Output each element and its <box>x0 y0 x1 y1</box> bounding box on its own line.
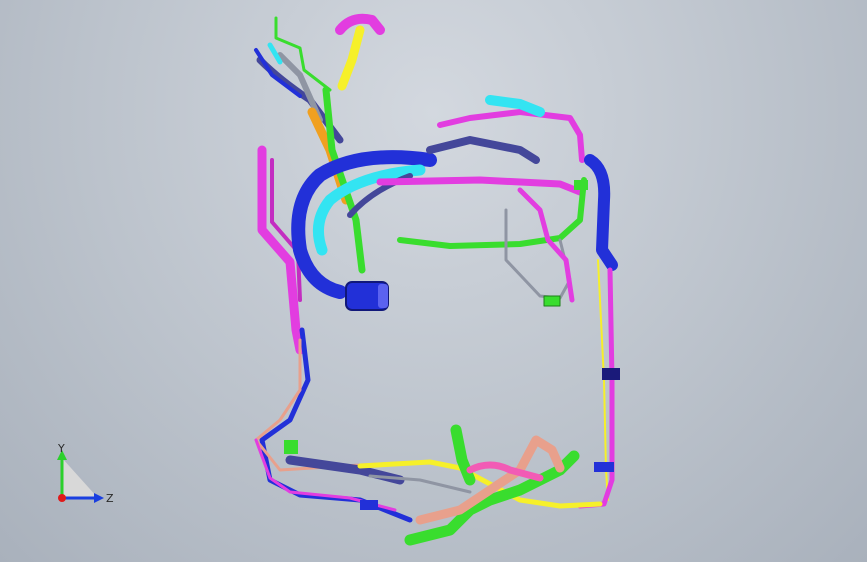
orientation-triad: Y Z <box>57 442 114 505</box>
triad-gray-wedge <box>62 458 98 498</box>
canister-blue-cap <box>378 284 388 308</box>
clip-1 <box>602 368 620 380</box>
pipe-magenta-horiz <box>376 176 584 196</box>
pipe-green-bottom <box>404 450 580 546</box>
pipe-yellow-top <box>337 25 365 91</box>
pipe-gray-bottom <box>368 474 472 494</box>
clip-2 <box>594 462 614 472</box>
bracket-green <box>543 295 561 307</box>
pipe-green-horiz <box>397 177 587 249</box>
pipe-blue-right-vertical <box>584 154 618 271</box>
clip-4 <box>360 500 378 510</box>
pipe-blue-left-down <box>259 327 413 523</box>
pipe-salmon-left-down <box>254 338 422 472</box>
pipe-magenta-right-top <box>437 109 585 163</box>
clip-5 <box>284 440 298 454</box>
triad-z-label: Z <box>106 492 114 505</box>
clip-3 <box>574 180 588 190</box>
pipe-gray-right <box>426 136 540 164</box>
pipe-harness-model[interactable] <box>254 13 620 546</box>
triad-z-arrow <box>94 493 104 503</box>
cad-3d-viewport[interactable] <box>0 0 867 562</box>
triad-x-origin <box>58 494 66 502</box>
triad-y-label: Y <box>57 442 65 455</box>
